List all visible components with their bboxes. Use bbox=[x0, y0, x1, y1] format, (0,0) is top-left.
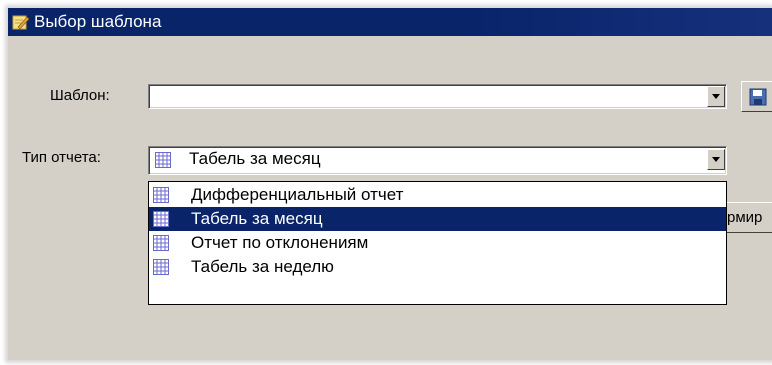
list-item-label: Табель за месяц bbox=[191, 209, 323, 228]
template-label: Шаблон: bbox=[50, 87, 110, 104]
chevron-down-icon bbox=[712, 94, 720, 99]
edit-pencil-icon bbox=[12, 15, 29, 30]
grid-table-icon bbox=[153, 235, 169, 251]
chevron-down-icon bbox=[712, 157, 720, 162]
floppy-disk-icon bbox=[749, 88, 767, 106]
report-type-dropdown-list: Дифференциальный отчет Табель за месяц О… bbox=[148, 181, 727, 305]
list-item-label: Дифференциальный отчет bbox=[191, 185, 404, 204]
grid-table-icon bbox=[153, 211, 169, 227]
save-template-button[interactable] bbox=[741, 81, 772, 112]
report-type-label: Тип отчета: bbox=[22, 149, 101, 166]
list-item-label: Табель за неделю bbox=[191, 257, 334, 276]
list-item[interactable]: Отчет по отклонениям bbox=[149, 231, 726, 255]
list-item[interactable]: Дифференциальный отчет bbox=[149, 183, 726, 207]
list-item-label: Отчет по отклонениям bbox=[191, 233, 369, 252]
report-type-dropdown-button[interactable] bbox=[707, 149, 725, 170]
list-item[interactable]: Табель за неделю bbox=[149, 255, 726, 279]
report-type-value: Табель за месяц bbox=[189, 149, 321, 168]
form-report-button-label: рмир bbox=[727, 209, 763, 226]
report-type-combobox[interactable]: Табель за месяц bbox=[148, 146, 727, 175]
template-combobox[interactable] bbox=[148, 84, 727, 109]
template-select-dialog: Выбор шаблона Шаблон: Тип отчета: Табель… bbox=[8, 8, 772, 360]
grid-table-icon bbox=[153, 187, 169, 203]
grid-table-icon bbox=[153, 259, 169, 275]
window-title: Выбор шаблона bbox=[34, 12, 162, 31]
grid-table-icon bbox=[155, 152, 171, 168]
template-dropdown-button[interactable] bbox=[707, 86, 725, 107]
title-bar: Выбор шаблона bbox=[8, 8, 772, 36]
list-item-selected[interactable]: Табель за месяц bbox=[149, 207, 726, 231]
